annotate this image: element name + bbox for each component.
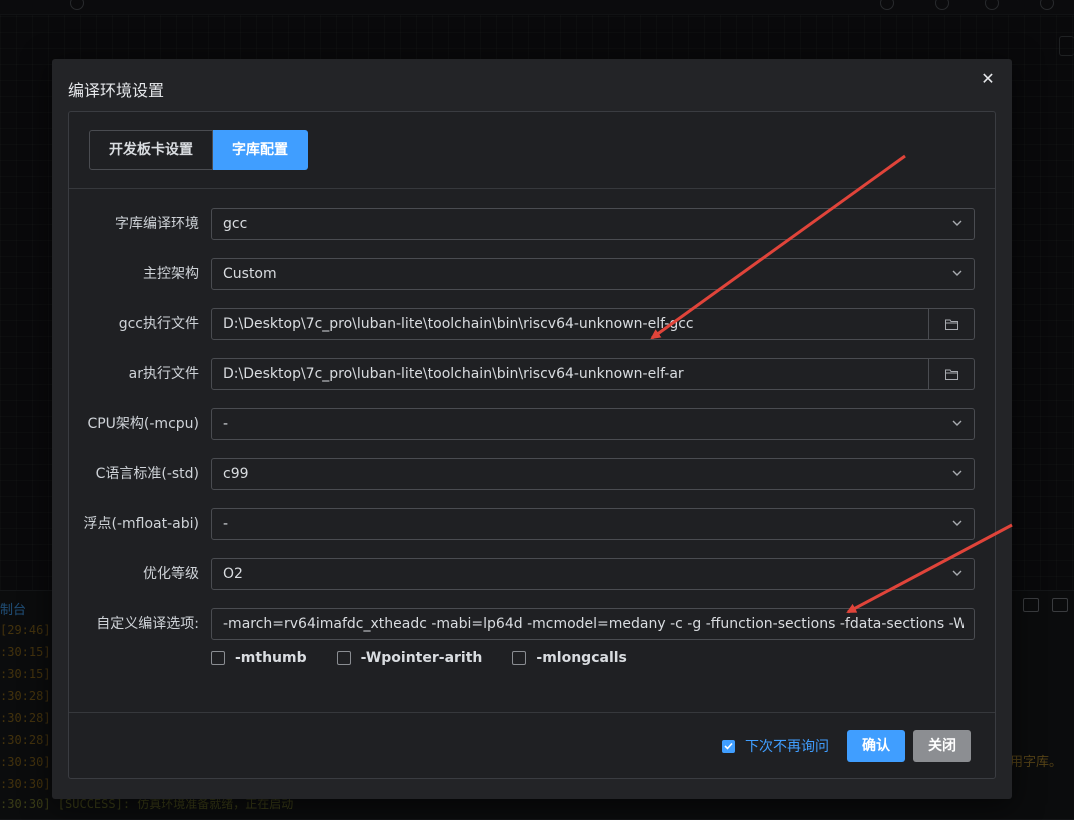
field-label: 主控架构 xyxy=(143,266,199,282)
divider xyxy=(69,188,995,189)
input-value: D:\Desktop\7c_pro\luban-lite\toolchain\b… xyxy=(223,366,684,382)
row-gcc-path: gcc执行文件 D:\Desktop\7c_pro\luban-lite\too… xyxy=(69,308,995,340)
folder-icon xyxy=(945,319,958,330)
chevron-down-icon xyxy=(952,420,962,426)
chevron-down-icon xyxy=(952,570,962,576)
dont-ask-again-checkbox[interactable]: 下次不再询问 xyxy=(722,736,829,756)
browse-ar-button[interactable] xyxy=(928,359,974,389)
row-opt-level: 优化等级 O2 xyxy=(69,558,995,590)
row-compile-env: 字库编译环境 gcc xyxy=(69,208,995,240)
chevron-down-icon xyxy=(952,470,962,476)
settings-panel: 开发板卡设置 字库配置 字库编译环境 gcc 主控架构 Custom gcc执行… xyxy=(68,111,996,779)
input-value: D:\Desktop\7c_pro\luban-lite\toolchain\b… xyxy=(223,316,694,332)
tab-bar: 开发板卡设置 字库配置 xyxy=(89,130,308,170)
float-abi-select[interactable]: - xyxy=(211,508,975,540)
checkbox-label: -mlongcalls xyxy=(536,650,627,666)
build-env-dialog: 编译环境设置 ✕ 开发板卡设置 字库配置 字库编译环境 gcc 主控架构 Cus… xyxy=(52,59,1012,799)
mcpu-select[interactable]: - xyxy=(211,408,975,440)
field-label: 优化等级 xyxy=(143,566,199,582)
wpointer-arith-checkbox[interactable]: -Wpointer-arith xyxy=(336,650,483,666)
select-value: c99 xyxy=(223,466,249,482)
confirm-button[interactable]: 确认 xyxy=(847,730,905,762)
ar-path-input[interactable]: D:\Desktop\7c_pro\luban-lite\toolchain\b… xyxy=(211,358,975,390)
gcc-path-input[interactable]: D:\Desktop\7c_pro\luban-lite\toolchain\b… xyxy=(211,308,975,340)
tab-font-config[interactable]: 字库配置 xyxy=(213,130,308,170)
checkbox-box[interactable] xyxy=(512,651,527,665)
row-custom-options: 自定义编译选项: -march=rv64imafdc_xtheadc -mabi… xyxy=(69,608,995,640)
close-button[interactable]: 关闭 xyxy=(913,730,971,762)
flag-checkboxes: -mthumb -Wpointer-arith -mlongcalls xyxy=(211,650,657,666)
mlongcalls-checkbox[interactable]: -mlongcalls xyxy=(512,650,627,666)
checkbox-label: -mthumb xyxy=(235,650,307,666)
input-value: -march=rv64imafdc_xtheadc -mabi=lp64d -m… xyxy=(223,616,964,632)
arch-select[interactable]: Custom xyxy=(211,258,975,290)
checkmark-icon[interactable] xyxy=(722,739,735,753)
tab-board-settings[interactable]: 开发板卡设置 xyxy=(89,130,213,170)
select-value: - xyxy=(223,516,229,532)
custom-options-input[interactable]: -march=rv64imafdc_xtheadc -mabi=lp64d -m… xyxy=(211,608,975,640)
folder-icon xyxy=(945,369,958,380)
select-value: - xyxy=(223,416,229,432)
row-std: C语言标准(-std) c99 xyxy=(69,458,995,490)
chevron-down-icon xyxy=(952,520,962,526)
dialog-footer: 下次不再询问 确认 关闭 xyxy=(722,730,971,762)
field-label: gcc执行文件 xyxy=(118,316,199,332)
dont-ask-again-label: 下次不再询问 xyxy=(745,739,829,755)
checkbox-label: -Wpointer-arith xyxy=(360,650,483,666)
opt-level-select[interactable]: O2 xyxy=(211,558,975,590)
select-value: Custom xyxy=(223,266,277,282)
field-label: 浮点(-mfloat-abi) xyxy=(83,516,199,532)
divider xyxy=(69,712,995,713)
field-label: C语言标准(-std) xyxy=(95,466,199,482)
checkbox-box[interactable] xyxy=(336,651,351,665)
mthumb-checkbox[interactable]: -mthumb xyxy=(211,650,307,666)
browse-gcc-button[interactable] xyxy=(928,309,974,339)
dialog-title: 编译环境设置 xyxy=(68,81,165,100)
select-value: gcc xyxy=(223,216,248,232)
field-label: 自定义编译选项: xyxy=(96,616,199,632)
row-float-abi: 浮点(-mfloat-abi) - xyxy=(69,508,995,540)
row-mcpu: CPU架构(-mcpu) - xyxy=(69,408,995,440)
row-ar-path: ar执行文件 D:\Desktop\7c_pro\luban-lite\tool… xyxy=(69,358,995,390)
field-label: 字库编译环境 xyxy=(115,216,199,232)
field-label: ar执行文件 xyxy=(128,366,199,382)
close-icon[interactable]: ✕ xyxy=(978,69,998,89)
chevron-down-icon xyxy=(952,220,962,226)
select-value: O2 xyxy=(223,566,243,582)
chevron-down-icon xyxy=(952,270,962,276)
std-select[interactable]: c99 xyxy=(211,458,975,490)
checkbox-box[interactable] xyxy=(211,651,225,665)
row-arch: 主控架构 Custom xyxy=(69,258,995,290)
field-label: CPU架构(-mcpu) xyxy=(87,416,199,432)
compile-env-select[interactable]: gcc xyxy=(211,208,975,240)
